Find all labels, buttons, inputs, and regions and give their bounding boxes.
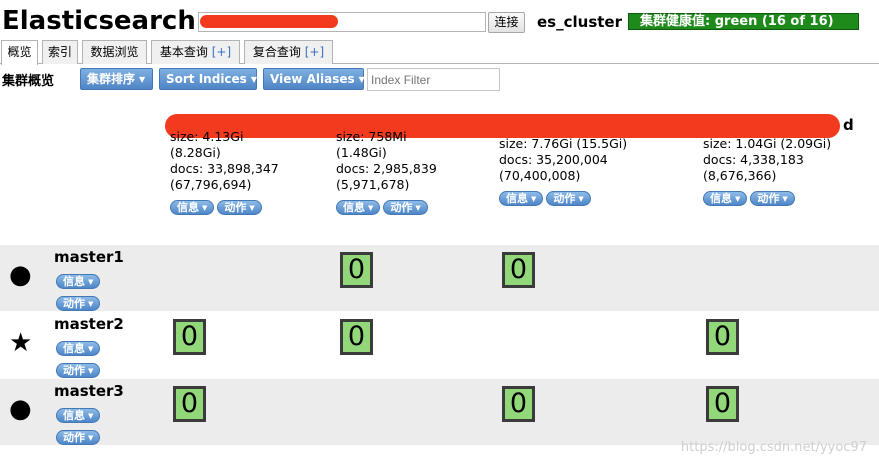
- tab-plus: [+]: [211, 45, 232, 59]
- index-action-button[interactable]: 动作 ▼: [546, 191, 591, 206]
- caret-down-icon: ▼: [88, 278, 94, 286]
- index-info-button[interactable]: 信息 ▼: [703, 191, 748, 206]
- index-docs: docs: 4,338,183: [703, 152, 804, 167]
- node-action-button-wrap: 动作 ▼: [56, 292, 103, 311]
- index-filter-input[interactable]: [367, 68, 500, 91]
- caret-down-icon: ▼: [415, 204, 421, 212]
- index-docs-total: (67,796,694): [170, 177, 252, 192]
- node-row-master2: [0, 312, 879, 378]
- node-action-button-wrap: 动作 ▼: [56, 359, 103, 378]
- index-size-total: (1.48Gi): [336, 145, 387, 160]
- caret-down-icon: ▼: [202, 204, 208, 212]
- caret-down-icon: ▼: [139, 75, 146, 84]
- caret-down-icon: ▼: [250, 75, 257, 84]
- index-size-total: (8.28Gi): [170, 145, 221, 160]
- index-column-3: size: 7.76Gi (15.5Gi) docs: 35,200,004 (…: [499, 136, 627, 206]
- index-action-button[interactable]: 动作 ▼: [217, 200, 262, 215]
- node-action-button[interactable]: 动作 ▼: [56, 363, 101, 378]
- overview-title: 集群概览: [2, 74, 55, 89]
- caret-down-icon: ▼: [88, 412, 94, 420]
- caret-down-icon: ▼: [88, 300, 94, 308]
- tab-label: 概览: [7, 45, 32, 59]
- node-info-button[interactable]: 信息 ▼: [56, 274, 101, 289]
- caret-down-icon: ▼: [735, 195, 741, 203]
- shard-master1-index3[interactable]: 0: [502, 252, 535, 288]
- cluster-health-badge: 集群健康值: green (16 of 16): [628, 13, 859, 30]
- index-docs: docs: 2,985,839: [336, 161, 437, 176]
- caret-down-icon: ▼: [531, 195, 537, 203]
- tab-indices[interactable]: 索引: [42, 40, 78, 64]
- index-docs-total: (8,676,366): [703, 168, 777, 183]
- connect-button[interactable]: 连接: [488, 12, 525, 33]
- index-docs: docs: 35,200,004: [499, 152, 608, 167]
- index-info-button[interactable]: 信息 ▼: [336, 200, 381, 215]
- node-name: master2: [54, 315, 124, 333]
- circle-icon: ●: [9, 260, 32, 290]
- caret-down-icon: ▼: [782, 195, 788, 203]
- index-info-button[interactable]: 信息 ▼: [170, 200, 215, 215]
- url-redaction: [200, 15, 338, 28]
- index-action-button[interactable]: 动作 ▼: [383, 200, 428, 215]
- tab-label: 基本查询: [159, 45, 212, 59]
- node-name: master1: [54, 248, 124, 266]
- index-docs: docs: 33,898,347: [170, 161, 279, 176]
- index-action-button[interactable]: 动作 ▼: [750, 191, 795, 206]
- caret-down-icon: ▼: [358, 75, 365, 84]
- index-info-button[interactable]: 信息 ▼: [499, 191, 544, 206]
- node-row-master1: [0, 245, 879, 311]
- app-title: Elasticsearch: [2, 6, 196, 36]
- shard-master3-index4[interactable]: 0: [706, 386, 739, 422]
- index-name-tail: d: [843, 116, 854, 134]
- index-column-4: size: 1.04Gi (2.09Gi) docs: 4,338,183 (8…: [703, 136, 831, 206]
- caret-down-icon: ▼: [368, 204, 374, 212]
- index-docs-total: (70,400,008): [499, 168, 581, 183]
- button-label: Sort Indices: [166, 72, 247, 86]
- tab-overview[interactable]: 概览: [1, 40, 38, 65]
- node-action-button[interactable]: 动作 ▼: [56, 430, 101, 445]
- tab-basic-query[interactable]: 基本查询 [+]: [151, 40, 240, 64]
- node-info-button-wrap: 信息 ▼: [56, 270, 103, 289]
- shard-master2-index1[interactable]: 0: [173, 319, 206, 355]
- cluster-name: es_cluster: [537, 13, 622, 31]
- caret-down-icon: ▼: [88, 367, 94, 375]
- index-size: size: 7.76Gi (15.5Gi): [499, 136, 628, 151]
- button-label: 集群排序: [87, 72, 136, 86]
- node-info-button[interactable]: 信息 ▼: [56, 341, 101, 356]
- watermark: https://blog.csdn.net/yyoc97: [680, 440, 867, 455]
- node-action-button-wrap: 动作 ▼: [56, 426, 103, 445]
- index-docs-total: (5,971,678): [336, 177, 410, 192]
- cluster-sort-button[interactable]: 集群排序 ▼: [80, 68, 153, 90]
- node-action-button[interactable]: 动作 ▼: [56, 296, 101, 311]
- tab-browser[interactable]: 数据浏览: [82, 40, 147, 64]
- shard-master2-index4[interactable]: 0: [706, 319, 739, 355]
- caret-down-icon: ▼: [578, 195, 584, 203]
- shard-master2-index2[interactable]: 0: [340, 319, 373, 355]
- tab-plus: [+]: [304, 45, 325, 59]
- index-size: size: 758Mi: [336, 129, 407, 144]
- shard-master3-index1[interactable]: 0: [173, 386, 206, 422]
- index-size: size: 4.13Gi: [170, 129, 244, 144]
- circle-icon: ●: [9, 394, 32, 424]
- node-name: master3: [54, 382, 124, 400]
- node-info-button-wrap: 信息 ▼: [56, 337, 103, 356]
- view-aliases-button[interactable]: View Aliases ▼: [263, 68, 365, 90]
- shard-master3-index3[interactable]: 0: [502, 386, 535, 422]
- button-label: View Aliases: [270, 72, 355, 86]
- node-info-button-wrap: 信息 ▼: [56, 404, 103, 423]
- caret-down-icon: ▼: [88, 345, 94, 353]
- tab-label: 索引: [47, 45, 72, 59]
- tab-label: 数据浏览: [90, 45, 139, 59]
- caret-down-icon: ▼: [88, 434, 94, 442]
- index-column-1: size: 4.13Gi (8.28Gi) docs: 33,898,347 (…: [170, 129, 279, 215]
- index-size: size: 1.04Gi (2.09Gi): [703, 136, 832, 151]
- node-row-master3: [0, 379, 879, 445]
- tab-compound-query[interactable]: 复合查询 [+]: [244, 40, 333, 64]
- node-info-button[interactable]: 信息 ▼: [56, 408, 101, 423]
- sort-indices-button[interactable]: Sort Indices ▼: [159, 68, 257, 90]
- shard-master1-index2[interactable]: 0: [340, 252, 373, 288]
- star-icon: ★: [9, 328, 33, 358]
- tab-label: 复合查询: [252, 45, 305, 59]
- index-column-2: size: 758Mi (1.48Gi) docs: 2,985,839 (5,…: [336, 129, 437, 215]
- caret-down-icon: ▼: [249, 204, 255, 212]
